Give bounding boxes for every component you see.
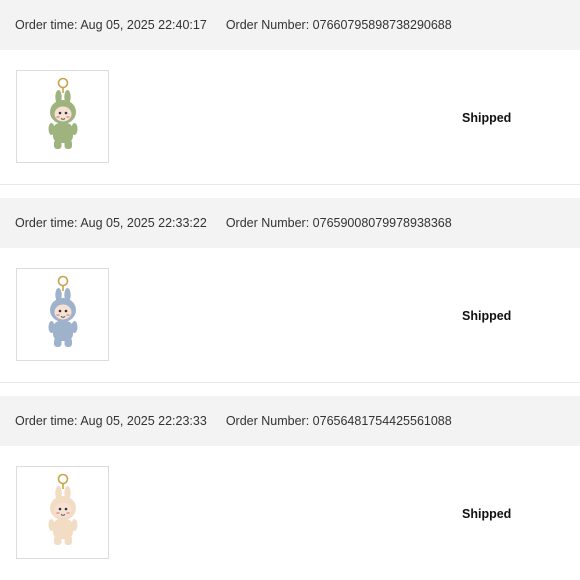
order-body: Shipped xyxy=(0,50,580,185)
order-header: Order time: Aug 05, 2025 22:23:33 Order … xyxy=(0,396,580,446)
order-number-value: 07656481754425561088 xyxy=(312,414,452,428)
order-number-label: Order Number: xyxy=(225,18,310,32)
product-thumbnail[interactable] xyxy=(16,268,109,361)
order-time: Order time: Aug 05, 2025 22:40:17 xyxy=(15,18,207,32)
order-time-value: Aug 05, 2025 22:23:33 xyxy=(80,414,207,428)
order-list: Order time: Aug 05, 2025 22:40:17 Order … xyxy=(0,0,580,580)
order-time-label: Order time: xyxy=(15,18,78,32)
order-number: Order Number: 07659008079978938368 xyxy=(226,216,452,230)
order-number-label: Order Number: xyxy=(225,216,310,230)
order-number-value: 07660795898738290688 xyxy=(312,18,452,32)
order-header: Order time: Aug 05, 2025 22:40:17 Order … xyxy=(0,0,580,50)
order-time-value: Aug 05, 2025 22:40:17 xyxy=(80,18,207,32)
order-body: Shipped xyxy=(0,248,580,383)
order-number: Order Number: 07656481754425561088 xyxy=(226,414,452,428)
order-separator xyxy=(0,383,580,396)
order-status: Shipped xyxy=(462,507,512,521)
order-header: Order time: Aug 05, 2025 22:33:22 Order … xyxy=(0,198,580,248)
order-status: Shipped xyxy=(462,309,512,323)
order-number-value: 07659008079978938368 xyxy=(312,216,452,230)
order-time-value: Aug 05, 2025 22:33:22 xyxy=(80,216,207,230)
order-card[interactable]: Order time: Aug 05, 2025 22:33:22 Order … xyxy=(0,198,580,396)
order-time: Order time: Aug 05, 2025 22:33:22 xyxy=(15,216,207,230)
order-time-label: Order time: xyxy=(15,216,78,230)
order-status: Shipped xyxy=(462,111,512,125)
plush-keychain-icon xyxy=(48,77,77,149)
order-number-label: Order Number: xyxy=(225,414,310,428)
order-separator xyxy=(0,185,580,198)
product-thumbnail[interactable] xyxy=(16,466,109,559)
order-time: Order time: Aug 05, 2025 22:23:33 xyxy=(15,414,207,428)
order-body: Shipped xyxy=(0,446,580,580)
order-time-label: Order time: xyxy=(15,414,78,428)
plush-keychain-icon xyxy=(48,473,77,545)
order-number: Order Number: 07660795898738290688 xyxy=(226,18,452,32)
product-thumbnail[interactable] xyxy=(16,70,109,163)
order-card[interactable]: Order time: Aug 05, 2025 22:23:33 Order … xyxy=(0,396,580,580)
plush-keychain-icon xyxy=(48,275,77,347)
order-card[interactable]: Order time: Aug 05, 2025 22:40:17 Order … xyxy=(0,0,580,198)
